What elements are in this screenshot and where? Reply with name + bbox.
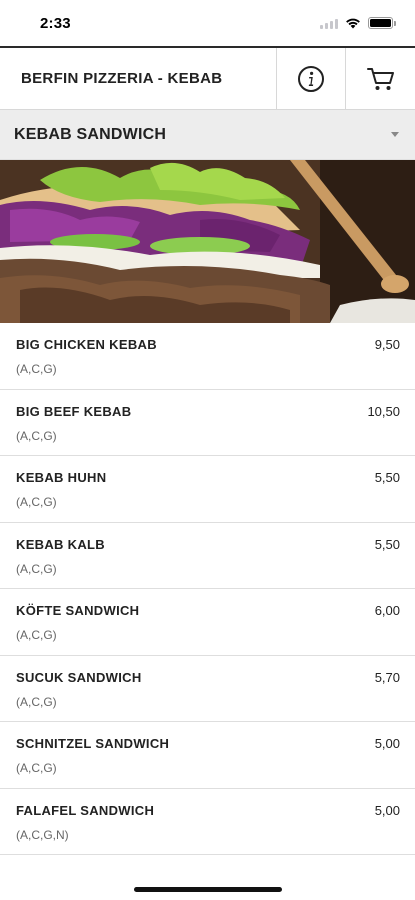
signal-icon xyxy=(320,18,338,29)
item-name: KEBAB KALB xyxy=(16,536,105,552)
item-allergens: (A,C,G) xyxy=(16,561,57,576)
info-icon xyxy=(298,65,324,92)
item-name: FALAFEL SANDWICH xyxy=(16,802,155,818)
menu-item-schnitzel-sandwich[interactable]: SCHNITZEL SANDWICH 5,00 (A,C,G) xyxy=(0,722,415,789)
item-name: SUCUK SANDWICH xyxy=(16,669,142,685)
item-allergens: (A,C,G) xyxy=(16,362,57,376)
item-name: BIG CHICKEN KEBAB xyxy=(16,337,157,352)
menu-item-big-chicken-kebab[interactable]: BIG CHICKEN KEBAB 9,50 (A,C,G) xyxy=(0,323,415,390)
info-button[interactable] xyxy=(276,47,345,110)
item-allergens: (A,C,G) xyxy=(16,428,57,443)
restaurant-title: BERFIN PIZZERIA - KEBAB xyxy=(21,70,223,87)
status-icons xyxy=(320,17,396,29)
wifi-icon xyxy=(346,18,360,29)
home-indicator[interactable] xyxy=(133,887,282,892)
status-time: 2:33 xyxy=(40,14,71,32)
cart-icon xyxy=(366,67,394,90)
item-allergens: (A,C,G) xyxy=(16,628,57,642)
item-price: 5,70 xyxy=(374,669,400,685)
battery-icon xyxy=(368,17,396,29)
item-allergens: (A,C,G) xyxy=(16,761,57,775)
item-name: KÖFTE SANDWICH xyxy=(16,603,140,618)
cart-button[interactable] xyxy=(345,47,415,110)
item-allergens: (A,C,G,N) xyxy=(16,827,69,842)
item-price: 5,50 xyxy=(374,536,400,552)
item-price: 5,50 xyxy=(374,470,400,485)
item-price: 5,00 xyxy=(374,736,400,751)
menu-list: BIG CHICKEN KEBAB 9,50 (A,C,G) BIG BEEF K… xyxy=(0,323,415,855)
item-allergens: (A,C,G) xyxy=(16,694,57,709)
item-allergens: (A,C,G) xyxy=(16,495,57,509)
item-price: 9,50 xyxy=(374,337,400,352)
category-label: KEBAB SANDWICH xyxy=(14,125,167,143)
kebab-sandwich-image xyxy=(0,160,415,323)
menu-item-falafel-sandwich[interactable]: FALAFEL SANDWICH 5,00 (A,C,G,N) xyxy=(0,789,415,855)
menu-item-koefte-sandwich[interactable]: KÖFTE SANDWICH 6,00 (A,C,G) xyxy=(0,589,415,656)
category-selector[interactable]: KEBAB SANDWICH xyxy=(0,110,415,160)
item-name: SCHNITZEL SANDWICH xyxy=(16,736,170,751)
menu-item-sucuk-sandwich[interactable]: SUCUK SANDWICH 5,70 (A,C,G) xyxy=(0,656,415,722)
item-price: 10,50 xyxy=(367,403,400,419)
category-hero-image xyxy=(0,160,415,323)
menu-item-kebab-kalb[interactable]: KEBAB KALB 5,50 (A,C,G) xyxy=(0,523,415,589)
app-header: BERFIN PIZZERIA - KEBAB xyxy=(0,46,415,110)
item-price: 5,00 xyxy=(374,802,400,818)
item-name: BIG BEEF KEBAB xyxy=(16,403,132,419)
status-bar: 2:33 xyxy=(0,0,415,46)
chevron-down-icon xyxy=(391,132,399,137)
item-price: 6,00 xyxy=(374,603,400,618)
menu-item-kebab-huhn[interactable]: KEBAB HUHN 5,50 (A,C,G) xyxy=(0,456,415,523)
menu-item-big-beef-kebab[interactable]: BIG BEEF KEBAB 10,50 (A,C,G) xyxy=(0,390,415,456)
item-name: KEBAB HUHN xyxy=(16,470,107,485)
